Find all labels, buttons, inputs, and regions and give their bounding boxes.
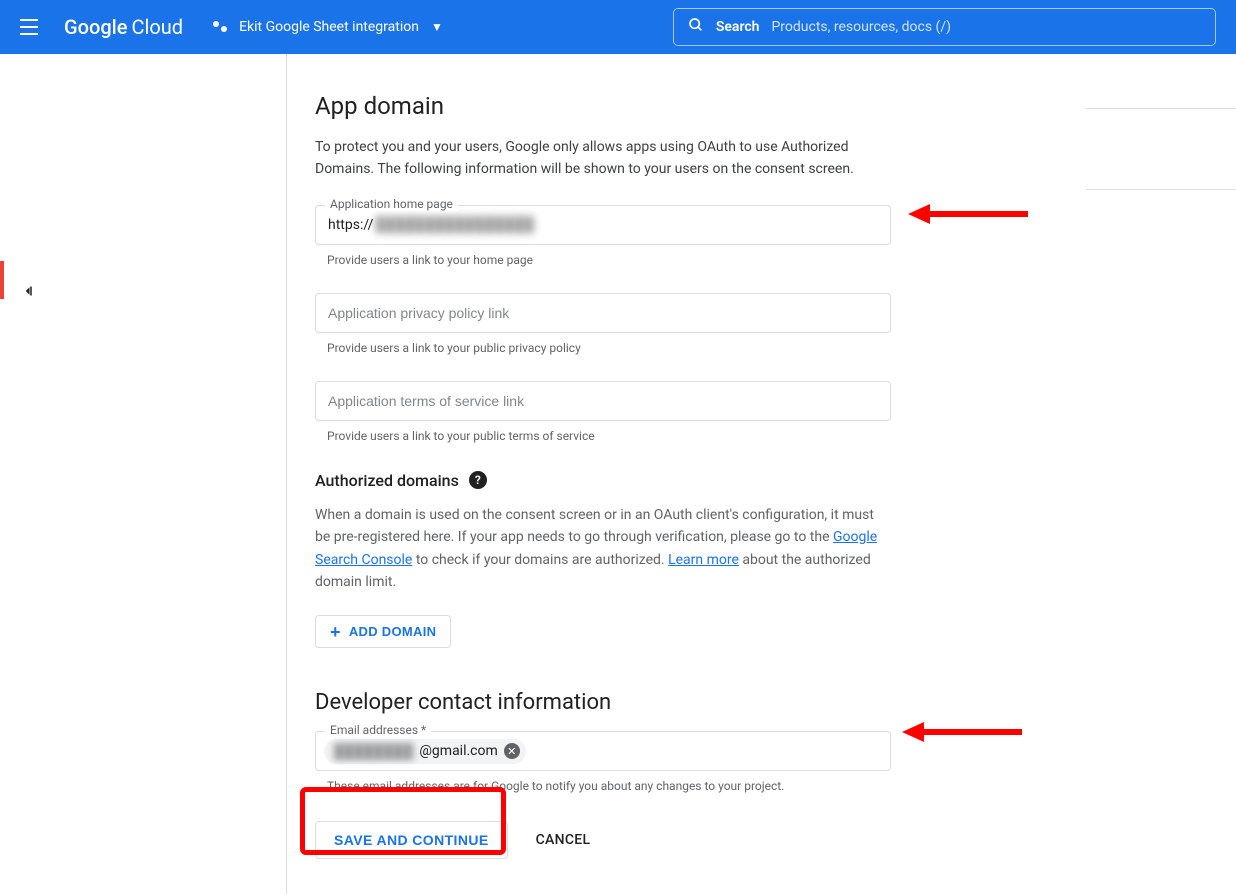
main-content: App domain To protect you and your users…	[287, 54, 1087, 894]
help-icon[interactable]: ?	[469, 471, 487, 489]
app-domain-desc: To protect you and your users, Google on…	[315, 136, 885, 181]
learn-more-link[interactable]: Learn more	[668, 552, 739, 568]
auth-domains-desc: When a domain is used on the consent scr…	[315, 504, 891, 594]
cancel-button[interactable]: CANCEL	[536, 832, 591, 848]
home-page-helper: Provide users a link to your home page	[327, 253, 1087, 267]
home-page-input[interactable]: https:// ████████████████	[315, 205, 891, 245]
privacy-helper: Provide users a link to your public priv…	[327, 341, 1087, 355]
project-name: Ekit Google Sheet integration	[239, 19, 419, 35]
project-selector[interactable]: Ekit Google Sheet integration ▼	[203, 12, 453, 42]
email-blurred: ████████	[334, 743, 413, 760]
add-domain-label: ADD DOMAIN	[349, 624, 437, 639]
email-field-wrap: Email addresses * ████████@gmail.com ✕	[315, 731, 1087, 771]
sidebar-collapse-button[interactable]	[19, 282, 37, 894]
header-bar: Google Cloud Ekit Google Sheet integrati…	[0, 0, 1236, 54]
email-suffix: @gmail.com	[419, 743, 497, 759]
home-page-label: Application home page	[325, 197, 458, 211]
chevron-down-icon: ▼	[431, 20, 443, 34]
hamburger-menu-icon[interactable]	[20, 15, 44, 39]
add-domain-button[interactable]: + ADD DOMAIN	[315, 615, 451, 648]
search-icon	[688, 17, 704, 37]
email-chip: ████████ @gmail.com ✕	[324, 739, 526, 764]
logo-cloud: Cloud	[131, 15, 183, 39]
privacy-field	[315, 293, 1087, 333]
tos-field	[315, 381, 1087, 421]
sidebar	[0, 54, 56, 894]
search-placeholder: Products, resources, docs (/)	[771, 19, 951, 35]
developer-title: Developer contact information	[315, 690, 1087, 715]
google-cloud-logo[interactable]: Google Cloud	[64, 15, 183, 39]
search-bar[interactable]: Search Products, resources, docs (/)	[673, 8, 1216, 46]
home-page-prefix: https://	[328, 217, 373, 233]
auth-domains-label: Authorized domains	[315, 471, 459, 490]
button-row: SAVE AND CONTINUE CANCEL	[315, 821, 1087, 859]
sidebar-active-indicator	[0, 261, 4, 299]
logo-google: Google	[64, 15, 127, 39]
email-chip-input[interactable]: ████████ @gmail.com ✕	[315, 731, 891, 771]
email-helper: These email addresses are for Google to …	[327, 779, 1087, 793]
plus-icon: +	[330, 625, 341, 639]
privacy-input[interactable]	[315, 293, 891, 333]
app-domain-title: App domain	[315, 92, 1087, 120]
tos-helper: Provide users a link to your public term…	[327, 429, 1087, 443]
search-label: Search	[716, 19, 760, 35]
right-divider-lines	[1086, 108, 1236, 270]
email-label: Email addresses *	[325, 723, 431, 737]
home-page-blurred: ████████████████	[375, 216, 534, 233]
home-page-field: Application home page https:// █████████…	[315, 205, 1087, 245]
project-icon	[213, 18, 231, 36]
save-continue-button[interactable]: SAVE AND CONTINUE	[315, 821, 508, 859]
remove-chip-icon[interactable]: ✕	[504, 743, 520, 759]
auth-domains-title: Authorized domains ?	[315, 471, 1087, 490]
tos-input[interactable]	[315, 381, 891, 421]
